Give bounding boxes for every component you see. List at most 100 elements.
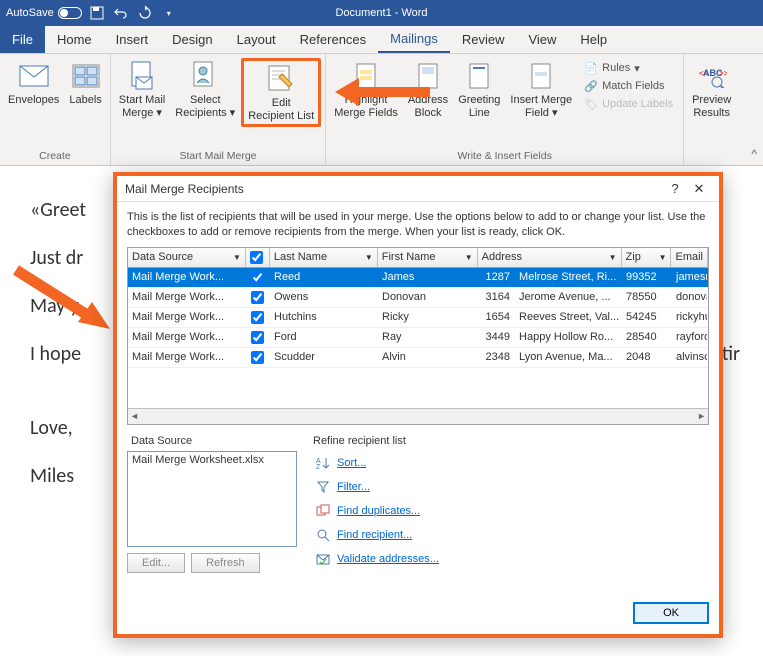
tab-review[interactable]: Review bbox=[450, 26, 517, 53]
col-first-name[interactable]: First Name▼ bbox=[378, 248, 478, 267]
annotation-arrow-doc bbox=[10, 262, 115, 332]
table-row[interactable]: Mail Merge Work...OwensDonovan3164 Jerom… bbox=[128, 288, 708, 308]
autosave-toggle[interactable]: AutoSave bbox=[6, 7, 82, 19]
find-recipient-icon bbox=[315, 527, 331, 543]
rules-icon: 📄 bbox=[584, 61, 598, 75]
grid-rows: Mail Merge Work...ReedJames1287 Melrose … bbox=[128, 268, 708, 408]
match-fields-button[interactable]: 🔗Match Fields bbox=[582, 78, 675, 94]
grid-scrollbar[interactable]: ◄► bbox=[128, 408, 708, 424]
table-row[interactable]: Mail Merge Work...HutchinsRicky1654 Reev… bbox=[128, 308, 708, 328]
undo-icon[interactable] bbox=[114, 6, 128, 20]
match-fields-icon: 🔗 bbox=[584, 79, 598, 93]
group-start-label: Start Mail Merge bbox=[111, 148, 325, 165]
table-row[interactable]: Mail Merge Work...ScudderAlvin2348 Lyon … bbox=[128, 348, 708, 368]
insert-merge-field-icon bbox=[525, 60, 557, 92]
refine-list: AZ Sort... Filter... Find duplicates... F… bbox=[313, 453, 709, 567]
recipients-icon bbox=[189, 60, 221, 92]
save-icon[interactable] bbox=[90, 6, 104, 20]
tab-layout[interactable]: Layout bbox=[225, 26, 288, 53]
find-duplicates-link[interactable]: Find duplicates... bbox=[337, 505, 420, 517]
data-source-file[interactable]: Mail Merge Worksheet.xlsx bbox=[132, 454, 292, 466]
rules-column: 📄Rules ▾ 🔗Match Fields 🏷Update Labels bbox=[578, 58, 679, 114]
row-checkbox[interactable] bbox=[251, 271, 264, 284]
start-mail-merge-label: Start MailMerge ▾ bbox=[119, 94, 165, 119]
col-data-source[interactable]: Data Source▼ bbox=[128, 248, 246, 267]
greeting-line-icon bbox=[463, 60, 495, 92]
tab-insert[interactable]: Insert bbox=[104, 26, 161, 53]
col-email[interactable]: Email bbox=[671, 248, 708, 267]
dialog-title: Mail Merge Recipients bbox=[125, 182, 244, 196]
qat-dropdown-icon[interactable]: ▾ bbox=[162, 6, 176, 20]
greeting-line-button[interactable]: GreetingLine bbox=[454, 58, 504, 121]
update-labels-icon: 🏷 bbox=[584, 97, 598, 111]
tab-home[interactable]: Home bbox=[45, 26, 104, 53]
row-checkbox[interactable] bbox=[251, 291, 264, 304]
svg-text:>>: >> bbox=[719, 69, 727, 78]
find-recipient-link[interactable]: Find recipient... bbox=[337, 529, 412, 541]
tab-design[interactable]: Design bbox=[160, 26, 224, 53]
filter-link[interactable]: Filter... bbox=[337, 481, 370, 493]
col-address[interactable]: Address▼ bbox=[478, 248, 622, 267]
rules-label: Rules bbox=[602, 62, 630, 74]
redo-icon[interactable] bbox=[138, 6, 152, 20]
row-checkbox[interactable] bbox=[251, 311, 264, 324]
row-checkbox[interactable] bbox=[251, 351, 264, 364]
col-zip[interactable]: Zip▼ bbox=[622, 248, 672, 267]
row-checkbox[interactable] bbox=[251, 331, 264, 344]
data-source-fieldset: Data Source Mail Merge Worksheet.xlsx Ed… bbox=[127, 435, 297, 573]
start-mail-merge-button[interactable]: Start MailMerge ▾ bbox=[115, 58, 169, 121]
tab-file[interactable]: File bbox=[0, 26, 45, 53]
ribbon-group-create: Envelopes Labels Create bbox=[0, 54, 111, 165]
scroll-left-icon[interactable]: ◄ bbox=[130, 411, 139, 421]
dialog-description: This is the list of recipients that will… bbox=[127, 210, 709, 241]
sort-link[interactable]: Sort... bbox=[337, 457, 366, 469]
sort-icon: AZ bbox=[315, 455, 331, 471]
document-title: Document1 - Word bbox=[335, 7, 427, 19]
tab-help[interactable]: Help bbox=[568, 26, 619, 53]
greeting-line-label: GreetingLine bbox=[458, 94, 500, 119]
preview-results-button[interactable]: <<ABC>> PreviewResults bbox=[688, 58, 735, 121]
tab-references[interactable]: References bbox=[288, 26, 378, 53]
edit-recipient-list-button[interactable]: EditRecipient List bbox=[241, 58, 321, 127]
group-preview-label bbox=[684, 148, 739, 165]
group-create-label: Create bbox=[0, 148, 110, 165]
table-row[interactable]: Mail Merge Work...ReedJames1287 Melrose … bbox=[128, 268, 708, 288]
update-labels-label: Update Labels bbox=[602, 98, 673, 110]
preview-results-label: PreviewResults bbox=[692, 94, 731, 119]
validate-icon bbox=[315, 551, 331, 567]
toggle-off-icon[interactable] bbox=[58, 7, 82, 19]
grid-header: Data Source▼ Last Name▼ First Name▼ Addr… bbox=[128, 248, 708, 268]
col-checkbox[interactable] bbox=[246, 248, 270, 267]
mail-merge-recipients-dialog: Mail Merge Recipients ? ✕ This is the li… bbox=[113, 172, 723, 638]
tab-mailings[interactable]: Mailings bbox=[378, 26, 450, 53]
tab-view[interactable]: View bbox=[516, 26, 568, 53]
rules-button[interactable]: 📄Rules ▾ bbox=[582, 60, 675, 76]
envelopes-button[interactable]: Envelopes bbox=[4, 58, 63, 109]
ok-button[interactable]: OK bbox=[633, 602, 709, 624]
table-row[interactable]: Mail Merge Work...FordRay3449 Happy Holl… bbox=[128, 328, 708, 348]
select-recipients-button[interactable]: SelectRecipients ▾ bbox=[171, 58, 239, 121]
quick-access-toolbar: ▾ bbox=[90, 6, 176, 20]
ribbon-tabs: File Home Insert Design Layout Reference… bbox=[0, 26, 763, 54]
collapse-ribbon-icon[interactable]: ^ bbox=[751, 147, 757, 161]
scroll-right-icon[interactable]: ► bbox=[697, 411, 706, 421]
filter-icon bbox=[315, 479, 331, 495]
document-mail-icon bbox=[126, 60, 158, 92]
update-labels-button: 🏷 Update Labels bbox=[582, 96, 675, 112]
ribbon-group-preview: <<ABC>> PreviewResults bbox=[684, 54, 739, 165]
insert-merge-field-button[interactable]: Insert MergeField ▾ bbox=[506, 58, 576, 121]
refine-heading: Refine recipient list bbox=[313, 435, 709, 447]
find-duplicates-icon bbox=[315, 503, 331, 519]
col-last-name[interactable]: Last Name▼ bbox=[270, 248, 378, 267]
select-all-checkbox[interactable] bbox=[250, 251, 263, 264]
envelopes-label: Envelopes bbox=[8, 94, 59, 107]
help-button[interactable]: ? bbox=[663, 181, 687, 196]
labels-button[interactable]: Labels bbox=[65, 58, 105, 109]
refresh-button[interactable]: Refresh bbox=[191, 553, 260, 573]
edit-datasource-button[interactable]: Edit... bbox=[127, 553, 185, 573]
validate-link[interactable]: Validate addresses... bbox=[337, 553, 439, 565]
close-button[interactable]: ✕ bbox=[687, 181, 711, 197]
title-bar: AutoSave ▾ Document1 - Word bbox=[0, 0, 763, 26]
dialog-titlebar: Mail Merge Recipients ? ✕ bbox=[117, 176, 719, 202]
data-source-listbox[interactable]: Mail Merge Worksheet.xlsx bbox=[127, 451, 297, 547]
